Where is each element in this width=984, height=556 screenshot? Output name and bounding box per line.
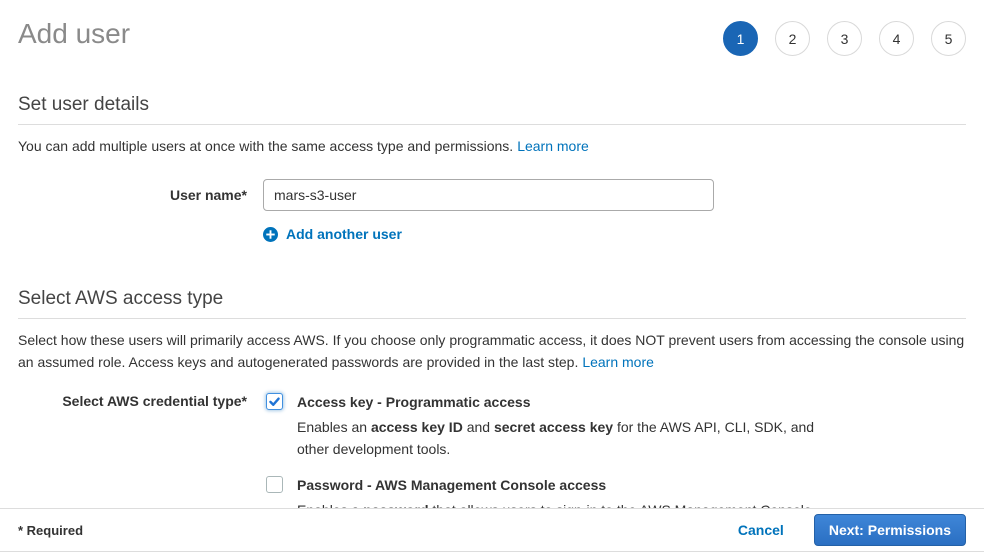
- username-row: User name*: [18, 179, 966, 211]
- access-type-intro-text: Select how these users will primarily ac…: [18, 332, 964, 370]
- learn-more-link-access-type[interactable]: Learn more: [582, 354, 654, 370]
- step-indicator-1: 1: [723, 21, 758, 56]
- section-heading-access-type: Select AWS access type: [18, 288, 966, 319]
- step-indicator-5: 5: [931, 21, 966, 56]
- cancel-button[interactable]: Cancel: [738, 522, 784, 538]
- page-header: Add user 1 2 3 4 5: [0, 0, 984, 56]
- username-label: User name*: [18, 187, 247, 203]
- required-note: * Required: [18, 523, 83, 538]
- desc-text-bold: secret access key: [494, 419, 613, 435]
- next-permissions-button[interactable]: Next: Permissions: [814, 514, 966, 546]
- access-key-option-desc: Enables an access key ID and secret acce…: [297, 416, 827, 460]
- desc-text-bold: access key ID: [371, 419, 463, 435]
- access-type-intro: Select how these users will primarily ac…: [18, 329, 966, 373]
- access-key-checkbox[interactable]: [266, 393, 283, 410]
- desc-text: and: [463, 419, 494, 435]
- access-key-option-text: Access key - Programmatic access Enables…: [297, 393, 827, 460]
- user-details-intro-text: You can add multiple users at once with …: [18, 138, 513, 154]
- section-heading-user-details: Set user details: [18, 94, 966, 125]
- add-another-user-row[interactable]: Add another user: [263, 226, 966, 242]
- password-option-title: Password - AWS Management Console access: [297, 476, 816, 494]
- checkmark-icon: [268, 395, 281, 408]
- step-indicator-3: 3: [827, 21, 862, 56]
- wizard-steps: 1 2 3 4 5: [723, 21, 966, 56]
- username-input[interactable]: [263, 179, 714, 211]
- add-user-page: Add user 1 2 3 4 5 Set user details You …: [0, 0, 984, 556]
- step-indicator-4: 4: [879, 21, 914, 56]
- access-key-option-title: Access key - Programmatic access: [297, 393, 827, 411]
- password-checkbox[interactable]: [266, 476, 283, 493]
- user-details-intro: You can add multiple users at once with …: [18, 135, 966, 157]
- add-plus-icon: [263, 227, 278, 242]
- page-title: Add user: [18, 16, 130, 52]
- footer-actions: Cancel Next: Permissions: [738, 514, 966, 546]
- add-another-user-link[interactable]: Add another user: [286, 226, 402, 242]
- option-access-key: Access key - Programmatic access Enables…: [266, 393, 827, 460]
- step-indicator-2: 2: [775, 21, 810, 56]
- learn-more-link-user-details[interactable]: Learn more: [517, 138, 589, 154]
- desc-text: Enables an: [297, 419, 371, 435]
- wizard-footer: * Required Cancel Next: Permissions: [0, 508, 984, 552]
